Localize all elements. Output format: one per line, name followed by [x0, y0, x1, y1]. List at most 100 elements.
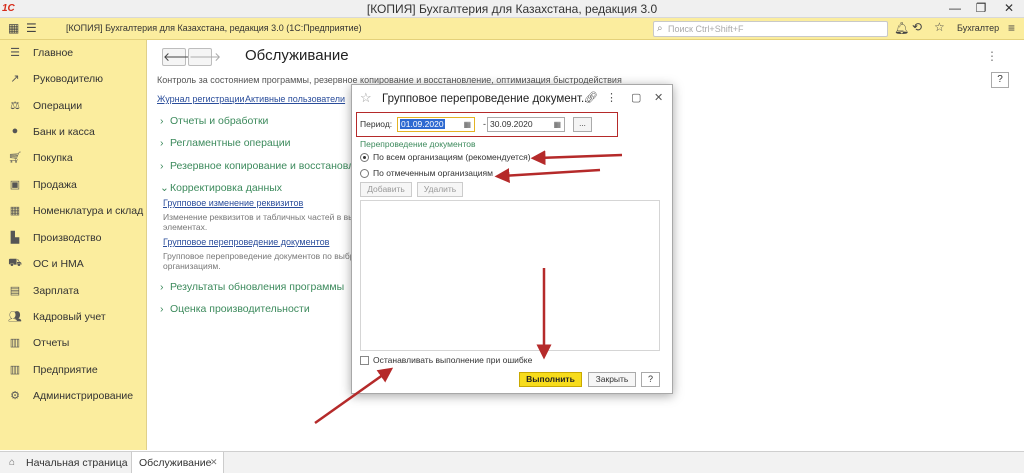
section-data-correction[interactable]: ⌄Корректировка данных: [160, 182, 282, 194]
user-name[interactable]: Бухгалтер: [957, 23, 999, 33]
section-label: Оценка производительности: [170, 303, 310, 315]
favorites-icon[interactable]: ☆: [934, 20, 945, 34]
tab-service[interactable]: Обслуживание ✕: [131, 452, 224, 473]
stop-on-error-label[interactable]: Останавливать выполнение при ошибке: [373, 355, 532, 365]
sidebar-item-salary[interactable]: ▤ Зарплата: [0, 282, 147, 302]
forward-button[interactable]: 🡒: [188, 48, 221, 66]
active-users-link[interactable]: Активные пользователи: [245, 94, 345, 104]
chevron-down-icon: ⌄: [160, 182, 169, 194]
close-window-button[interactable]: ✕: [996, 0, 1022, 17]
history-icon[interactable]: ⟲: [912, 20, 922, 34]
toolbar-title: [КОПИЯ] Бухгалтерия для Казахстана, реда…: [66, 23, 362, 33]
warehouse-icon: ▦: [9, 205, 21, 217]
truck-icon: ⛟: [8, 257, 22, 269]
close-tab-icon[interactable]: ✕: [210, 457, 218, 468]
sidebar-item-bank[interactable]: ● Банк и касса: [0, 123, 147, 143]
search-input[interactable]: ⌕ Поиск Ctrl+Shift+F: [653, 21, 888, 37]
date-to-value: 30.09.2020: [490, 119, 533, 129]
close-button[interactable]: Закрыть: [588, 372, 636, 387]
organizations-list[interactable]: [360, 200, 660, 351]
group-change-link[interactable]: Групповое изменение реквизитов: [163, 198, 303, 208]
chevron-right-icon: ›: [160, 160, 164, 172]
maximize-button[interactable]: ❐: [968, 0, 994, 17]
sidebar-item-fixed-assets[interactable]: ⛟ ОС и НМА: [0, 255, 147, 275]
minimize-button[interactable]: —: [942, 0, 968, 17]
app-toolbar: ▦ ☰ [КОПИЯ] Бухгалтерия для Казахстана, …: [0, 18, 1024, 40]
sidebar-item-label: Предприятие: [33, 364, 98, 376]
sidebar-item-admin[interactable]: ⚙ Администрирование: [0, 387, 147, 407]
enterprise-icon: ▥: [9, 364, 21, 376]
sidebar-item-label: Номенклатура и склад: [33, 205, 144, 217]
event-log-link[interactable]: Журнал регистрации: [157, 94, 245, 104]
period-dash: -: [483, 119, 486, 129]
date-to-input[interactable]: 30.09.2020 ▦: [487, 117, 565, 132]
radio-all-orgs[interactable]: [360, 153, 369, 162]
help-button[interactable]: ?: [991, 72, 1009, 88]
sidebar-item-warehouse[interactable]: ▦ Номенклатура и склад: [0, 202, 147, 222]
group-repost-link[interactable]: Групповое перепроведение документов: [163, 237, 329, 247]
page-title: Обслуживание: [245, 47, 349, 64]
add-button[interactable]: Добавить: [360, 182, 412, 197]
sidebar-item-label: Зарплата: [33, 285, 79, 297]
sidebar-item-label: Продажа: [33, 179, 77, 191]
close-icon[interactable]: ✕: [654, 91, 663, 104]
delete-button[interactable]: Удалить: [417, 182, 463, 197]
section-backup[interactable]: › Резервное копирование и восстановление: [160, 160, 378, 172]
favorite-star-icon[interactable]: ☆: [360, 90, 372, 106]
sidebar-item-purchase[interactable]: 🛒︎ Покупка: [0, 149, 147, 169]
sidebar-item-label: Главное: [33, 47, 74, 59]
section-update-results[interactable]: › Результаты обновления программы: [160, 281, 344, 293]
sidebar-item-reports[interactable]: ▥ Отчеты: [0, 334, 147, 354]
sidebar-item-label: Администрирование: [33, 390, 134, 402]
sidebar-item-enterprise[interactable]: ▥ Предприятие: [0, 361, 147, 381]
operations-icon: ⚖: [10, 100, 20, 112]
stop-on-error-checkbox[interactable]: [360, 356, 369, 365]
sidebar-item-main[interactable]: ☰ Главное: [0, 44, 147, 64]
sidebar-item-sales[interactable]: ▣ Продажа: [0, 176, 147, 196]
section-performance[interactable]: › Оценка производительности: [160, 303, 310, 315]
home-grid-icon[interactable]: ▦: [8, 21, 19, 35]
section-label: Резервное копирование и восстановление: [170, 160, 378, 172]
settings-menu-icon[interactable]: ≡: [1008, 21, 1015, 35]
section-label: Результаты обновления программы: [170, 281, 345, 293]
date-from-value: 01.09.2020: [400, 119, 445, 129]
gear-icon: ⚙: [10, 390, 20, 402]
menu-icon: ☰: [10, 47, 20, 59]
sidebar-item-manager[interactable]: ↗ Руководителю: [0, 70, 147, 90]
radio-marked-orgs-label[interactable]: По отмеченным организациям: [373, 168, 493, 178]
sidebar-item-label: Руководителю: [33, 73, 104, 85]
tab-label: Обслуживание: [139, 457, 212, 469]
calendar-icon[interactable]: ▦: [463, 118, 471, 131]
search-placeholder: Поиск Ctrl+Shift+F: [668, 24, 744, 34]
sidebar-item-label: Отчеты: [33, 337, 70, 349]
section-routine[interactable]: › Регламентные операции: [160, 137, 291, 149]
section-reports[interactable]: › Отчеты и обработки: [160, 115, 268, 127]
bag-icon: ▣: [9, 179, 21, 191]
period-label: Период:: [360, 119, 393, 129]
sidebar-item-label: Банк и касса: [33, 126, 95, 138]
main-menu-icon[interactable]: ☰: [26, 21, 37, 35]
chevron-right-icon: ›: [160, 137, 164, 149]
calendar-icon[interactable]: ▦: [553, 118, 561, 131]
sidebar-item-operations[interactable]: ⚖ Операции: [0, 97, 147, 117]
factory-icon: ▙: [10, 232, 20, 244]
dialog-help-button[interactable]: ?: [641, 372, 660, 387]
radio-marked-orgs[interactable]: [360, 169, 369, 178]
run-button[interactable]: Выполнить: [519, 372, 582, 387]
link-icon[interactable]: 🔗︎: [584, 91, 598, 104]
more-options-icon[interactable]: ⋮: [986, 49, 998, 63]
maximize-icon[interactable]: ▢: [631, 91, 641, 104]
reports-icon: ▥: [9, 337, 21, 349]
sidebar-item-label: Покупка: [33, 152, 73, 164]
date-from-input[interactable]: 01.09.2020 ▦: [397, 117, 475, 132]
back-button[interactable]: 🡐: [162, 48, 195, 66]
notifications-icon[interactable]: 🔔︎: [894, 21, 909, 35]
sidebar-item-hr[interactable]: 👥︎ Кадровый учет: [0, 308, 147, 328]
home-icon: ⌂: [9, 457, 16, 468]
chevron-right-icon: ›: [160, 281, 164, 293]
more-options-icon[interactable]: ⋮: [606, 91, 617, 104]
period-select-button[interactable]: ...: [573, 117, 592, 132]
tab-home[interactable]: ⌂ Начальная страница: [0, 452, 130, 473]
radio-all-orgs-label[interactable]: По всем организациям (рекомендуется): [373, 152, 531, 162]
sidebar-item-production[interactable]: ▙ Производство: [0, 229, 147, 249]
